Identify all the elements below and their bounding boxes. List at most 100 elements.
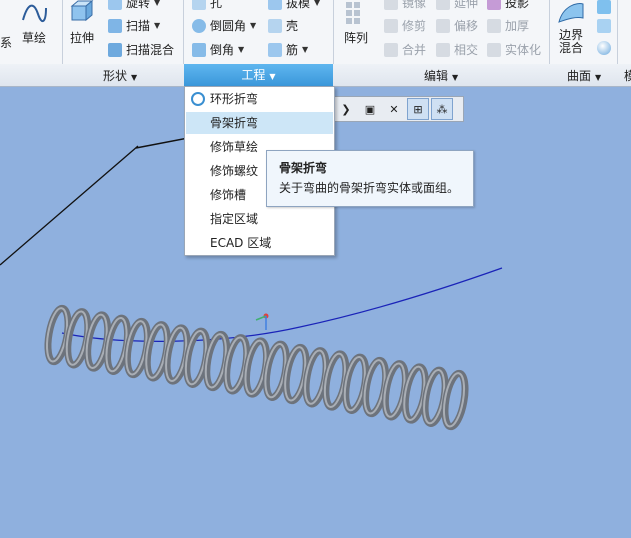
offset-button[interactable]: 偏移 (436, 17, 478, 34)
shell-label: 壳 (286, 19, 299, 33)
shell-button[interactable]: 壳 (268, 17, 298, 34)
menu-item-toroidal-bend[interactable]: 环形折弯 (186, 88, 333, 110)
extrude-button[interactable]: 拉伸 (68, 0, 96, 46)
extrude-label: 拉伸 (69, 31, 94, 45)
menu-item-designated-area[interactable]: 指定区域 (186, 208, 333, 230)
draft-icon (268, 0, 282, 10)
sketch-label: 草绘 (21, 31, 46, 45)
camera-icon[interactable]: ▣ (359, 98, 381, 120)
sketch-button[interactable]: 草绘 (20, 0, 48, 46)
boundary-blend-icon (558, 3, 584, 23)
extrude-icon (70, 0, 94, 22)
chevron-down-icon: ▼ (131, 73, 138, 82)
group-shape-label: 形状 (103, 69, 128, 83)
menu-item-label: ECAD 区域 (210, 236, 272, 250)
merge-button[interactable]: 合并 (384, 41, 426, 58)
chevron-down-icon: ▼ (302, 45, 309, 54)
hole-label: 孔 (210, 0, 223, 10)
menu-item-ecad-area[interactable]: ECAD 区域 (186, 232, 333, 254)
toroidal-bend-icon (191, 92, 205, 106)
pattern-button[interactable]: 阵列 (342, 0, 370, 46)
extend-icon (436, 0, 450, 10)
project-icon (487, 0, 501, 10)
trim-button[interactable]: 修剪 (384, 17, 426, 34)
trim-label: 修剪 (402, 19, 427, 33)
round-button[interactable]: 倒圆角 ▼ (192, 17, 256, 34)
point-display-icon[interactable]: ⁂ (431, 98, 453, 120)
chevron-down-icon: ▼ (154, 21, 161, 30)
thicken-icon (487, 18, 501, 33)
pattern-label: 阵列 (343, 31, 368, 45)
solidify-button[interactable]: 实体化 (487, 41, 541, 58)
group-editing-label: 编辑 (424, 69, 449, 83)
sketch-icon (22, 4, 47, 23)
chamfer-label: 倒角 (210, 43, 235, 57)
menu-item-spinal-bend[interactable]: 骨架折弯 (186, 112, 333, 134)
group-surfaces[interactable]: 曲面 ▼ (567, 67, 601, 84)
extend-label: 延伸 (454, 0, 479, 10)
project-label: 投影 (505, 0, 530, 10)
trim-icon (384, 18, 398, 33)
surface-icon[interactable] (597, 19, 611, 33)
surface-icon[interactable] (597, 0, 611, 14)
revolve-button[interactable]: 旋转 ▼ (108, 0, 160, 11)
annotation-display-icon[interactable]: ✕ (383, 98, 405, 120)
thicken-button[interactable]: 加厚 (487, 17, 529, 34)
extend-button[interactable]: 延伸 (436, 0, 478, 11)
round-label: 倒圆角 (210, 19, 247, 33)
round-icon (192, 18, 206, 33)
sweep-button[interactable]: 扫描 ▼ (108, 17, 160, 34)
hole-button[interactable]: 孔 (192, 0, 222, 11)
ribbon: 系 草绘 拉伸 旋转 ▼ 扫描 ▼ 扫描混合 孔 倒圆角 ▼ 倒角 ▼ 拔模 ▼ 壳 筋 ▼… (0, 0, 631, 86)
rib-label: 筋 (286, 43, 299, 57)
tooltip-title: 骨架折弯 (279, 161, 328, 175)
boundary-blend-label: 边界混合 (558, 28, 583, 55)
chevron-down-icon: ▼ (238, 45, 245, 54)
project-button[interactable]: 投影 (487, 0, 529, 11)
menu-item-label: 修饰草绘 (210, 140, 259, 154)
rib-button[interactable]: 筋 ▼ (268, 41, 308, 58)
group-cut[interactable]: 模 (624, 67, 631, 84)
chevron-down-icon: ▼ (314, 0, 321, 7)
mirror-button[interactable]: 镜像 (384, 0, 426, 11)
group-cut-label: 模 (624, 69, 631, 83)
swept-blend-icon (108, 42, 122, 57)
chevron-down-icon: ▼ (250, 21, 257, 30)
revolve-label: 旋转 (126, 0, 151, 10)
annotation-arrow-head (135, 137, 189, 171)
tooltip-description: 关于弯曲的骨架折弯实体或面组。 (279, 181, 460, 195)
mirror-icon (384, 0, 398, 10)
intersect-button[interactable]: 相交 (436, 41, 478, 58)
intersect-icon (436, 42, 450, 57)
group-editing[interactable]: 编辑 ▼ (424, 67, 458, 84)
offset-icon (436, 18, 450, 33)
group-engineering-label: 工程 (241, 68, 266, 82)
menu-item-label: 指定区域 (210, 212, 259, 226)
revolve-icon (108, 0, 122, 10)
display-icon[interactable]: ❯ (335, 98, 357, 120)
chamfer-button[interactable]: 倒角 ▼ (192, 41, 244, 58)
menu-item-label: 环形折弯 (210, 92, 259, 106)
group-surfaces-label: 曲面 (567, 69, 592, 83)
boundary-blend-button[interactable]: 边界混合 (556, 0, 586, 55)
swept-blend-button[interactable]: 扫描混合 (108, 41, 174, 58)
spring-model[interactable] (43, 304, 469, 431)
offset-label: 偏移 (454, 19, 479, 33)
draft-button[interactable]: 拔模 ▼ (268, 0, 320, 11)
plane-display-icon[interactable]: ⊞ (407, 98, 429, 120)
merge-label: 合并 (402, 43, 427, 57)
group-shape[interactable]: 形状 ▼ (103, 67, 137, 84)
tooltip: 骨架折弯 关于弯曲的骨架折弯实体或面组。 (266, 150, 474, 207)
mirror-label: 镜像 (402, 0, 427, 10)
rib-icon (268, 42, 282, 57)
chevron-down-icon: ▼ (452, 73, 459, 82)
chevron-down-icon: ▼ (595, 73, 602, 82)
sphere-icon[interactable] (597, 41, 611, 55)
thicken-label: 加厚 (505, 19, 530, 33)
ribbon-cut-label[interactable]: 系 (0, 34, 12, 51)
menu-item-label: 修饰槽 (210, 188, 247, 202)
chamfer-icon (192, 42, 206, 57)
hole-icon (192, 0, 206, 10)
group-engineering[interactable]: 工程 ▼ (184, 64, 333, 86)
menu-item-label: 骨架折弯 (210, 116, 259, 130)
